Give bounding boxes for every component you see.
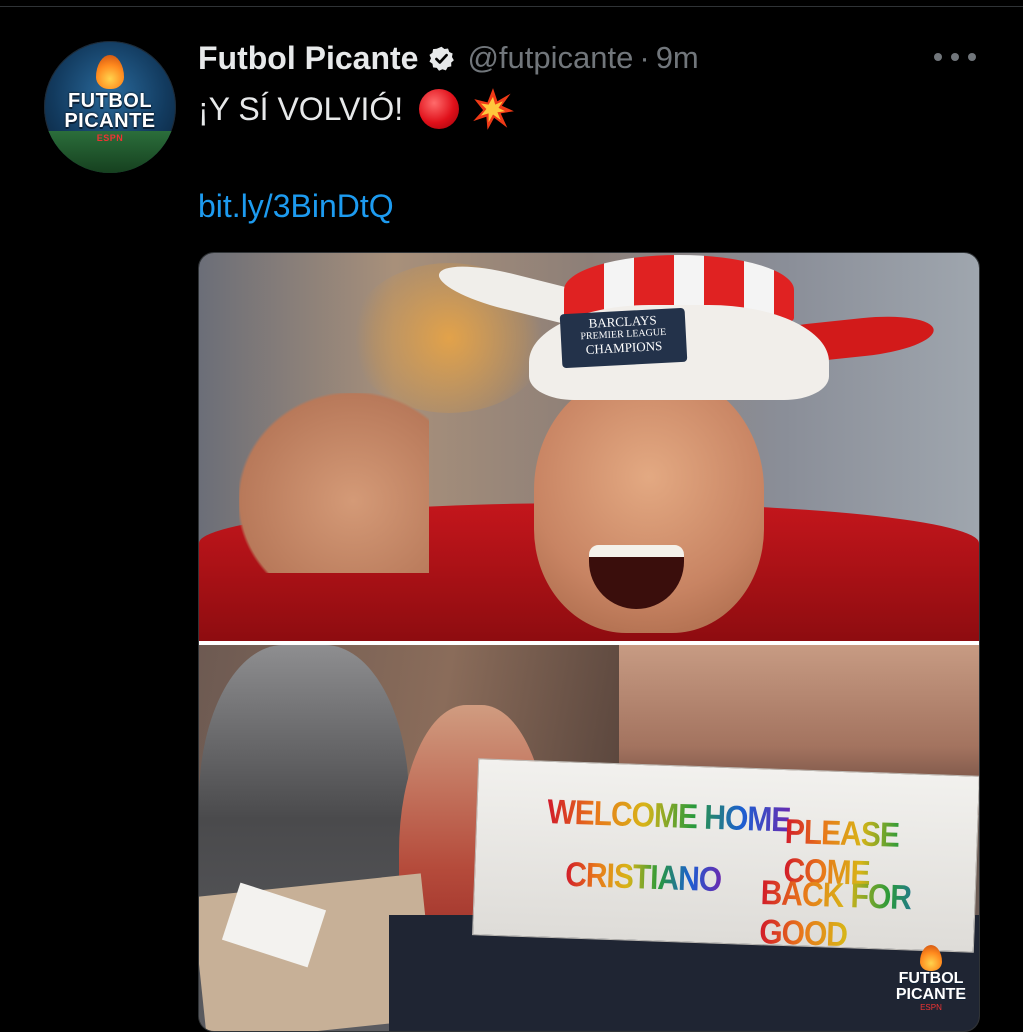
welcome-sign: WELCOME HOME CRISTIANO PLEASE COME BACK …: [472, 758, 979, 954]
author-handle[interactable]: @futpicante: [467, 40, 633, 76]
more-dot: [968, 53, 976, 61]
tweet-header: Futbol Picante @futpicante · 9m: [198, 38, 699, 78]
flame-icon: [920, 945, 942, 971]
more-dot: [934, 53, 942, 61]
tweet-text: ¡Y SÍ VOLVIÓ!: [198, 87, 515, 131]
more-options-icon[interactable]: [934, 47, 976, 67]
sign-line2: CRISTIANO: [564, 855, 722, 900]
media-photo-ronaldo[interactable]: BARCLAYS PREMIER LEAGUE CHAMPIONS: [199, 253, 979, 641]
avatar-logo-line2: PICANTE: [64, 110, 156, 132]
author-name[interactable]: Futbol Picante: [198, 40, 418, 77]
tweet-link[interactable]: bit.ly/3BinDtQ: [198, 188, 394, 225]
tweet-media[interactable]: BARCLAYS PREMIER LEAGUE CHAMPIONS WELCOM…: [198, 252, 980, 1032]
photo1-hand: [239, 393, 429, 573]
watermark-line1: FUTBOL: [898, 970, 964, 987]
verified-badge-icon: [429, 46, 455, 71]
photo1-hat-badge: BARCLAYS PREMIER LEAGUE CHAMPIONS: [559, 307, 688, 369]
top-divider: [0, 6, 1023, 7]
watermark-line2: PICANTE: [895, 986, 967, 1003]
tweet-timestamp[interactable]: 9m: [656, 40, 699, 76]
watermark-line3: ESPN: [920, 1003, 942, 1012]
media-photo-fans[interactable]: WELCOME HOME CRISTIANO PLEASE COME BACK …: [199, 645, 979, 1031]
avatar[interactable]: FUTBOL PICANTE ESPN: [44, 41, 176, 173]
collision-emoji: [473, 88, 515, 130]
avatar-logo-line3: ESPN: [96, 133, 124, 143]
flame-icon: [96, 55, 124, 89]
sign-line1: WELCOME HOME: [546, 793, 791, 840]
watermark-logo: FUTBOL PICANTE ESPN: [889, 945, 973, 1025]
red-circle-emoji: [419, 89, 460, 129]
avatar-logo-line1: FUTBOL: [67, 90, 153, 112]
tweet-text-content: ¡Y SÍ VOLVIÓ!: [198, 90, 404, 127]
separator-dot: ·: [639, 40, 650, 75]
more-dot: [951, 53, 959, 61]
